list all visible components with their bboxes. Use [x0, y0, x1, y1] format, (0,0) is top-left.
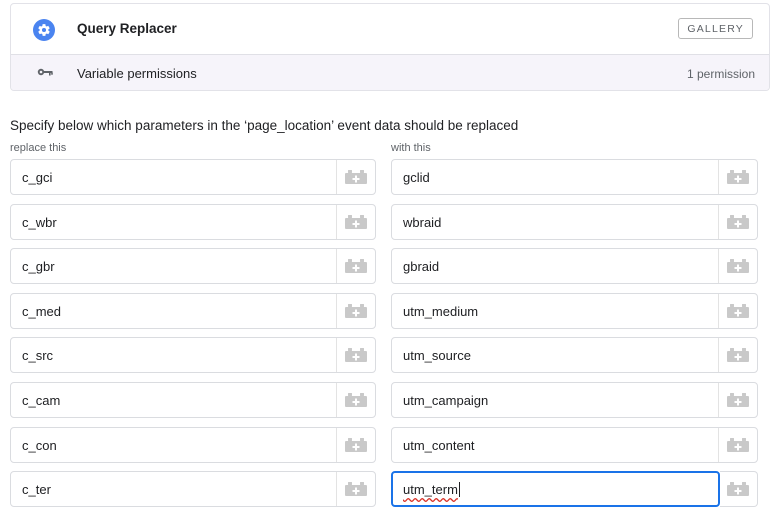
- replace-value: c_gbr: [22, 259, 55, 274]
- replace-value: c_ter: [22, 482, 51, 497]
- with-value: gclid: [403, 170, 430, 185]
- with-value: utm_campaign: [403, 393, 489, 408]
- replace-field[interactable]: c_con: [10, 427, 376, 463]
- add-variable-button[interactable]: [720, 471, 758, 507]
- key-icon: [37, 68, 53, 76]
- with-value: utm_term: [403, 482, 460, 497]
- add-variable-icon[interactable]: [727, 215, 749, 229]
- template-header-card: Query Replacer GALLERY Variable permissi…: [10, 3, 770, 91]
- replace-field[interactable]: c_gci: [10, 159, 376, 195]
- add-variable-icon[interactable]: [727, 304, 749, 318]
- replace-field[interactable]: c_ter: [10, 471, 376, 507]
- with-field[interactable]: utm_term: [391, 471, 720, 507]
- with-field[interactable]: gbraid: [391, 248, 758, 284]
- template-info-row: Query Replacer GALLERY: [11, 4, 769, 55]
- field-divider: [336, 428, 337, 462]
- add-variable-icon[interactable]: [727, 348, 749, 362]
- field-divider: [336, 160, 337, 194]
- with-field[interactable]: utm_medium: [391, 293, 758, 329]
- field-divider: [718, 160, 719, 194]
- replace-field[interactable]: c_cam: [10, 382, 376, 418]
- add-variable-icon[interactable]: [345, 304, 367, 318]
- with-field[interactable]: utm_campaign: [391, 382, 758, 418]
- add-variable-icon[interactable]: [345, 393, 367, 407]
- add-variable-icon[interactable]: [727, 170, 749, 184]
- add-variable-icon[interactable]: [345, 348, 367, 362]
- add-variable-icon[interactable]: [727, 482, 749, 496]
- permissions-row[interactable]: Variable permissions 1 permission: [11, 55, 769, 90]
- replace-value: c_con: [22, 438, 57, 453]
- gallery-button[interactable]: GALLERY: [678, 18, 753, 39]
- replace-field[interactable]: c_med: [10, 293, 376, 329]
- with-value: gbraid: [403, 259, 440, 274]
- field-divider: [336, 294, 337, 328]
- add-variable-icon[interactable]: [727, 393, 749, 407]
- replace-value: c_src: [22, 348, 54, 363]
- field-divider: [718, 294, 719, 328]
- text-caret: [458, 482, 460, 497]
- replace-value: c_wbr: [22, 215, 57, 230]
- replace-value: c_gci: [22, 170, 53, 185]
- add-variable-icon[interactable]: [727, 438, 749, 452]
- with-value: utm_medium: [403, 304, 479, 319]
- with-value: utm_source: [403, 348, 471, 363]
- replace-field[interactable]: c_src: [10, 337, 376, 373]
- replace-field[interactable]: c_gbr: [10, 248, 376, 284]
- add-variable-icon[interactable]: [345, 170, 367, 184]
- with-value: utm_content: [403, 438, 475, 453]
- field-divider: [336, 472, 337, 506]
- with-field[interactable]: utm_source: [391, 337, 758, 373]
- add-variable-icon[interactable]: [345, 482, 367, 496]
- permissions-label: Variable permissions: [77, 66, 197, 81]
- field-divider: [718, 383, 719, 417]
- field-divider: [718, 338, 719, 372]
- with-field[interactable]: utm_content: [391, 427, 758, 463]
- add-variable-icon[interactable]: [345, 215, 367, 229]
- replace-value: c_med: [22, 304, 62, 319]
- replace-field[interactable]: c_wbr: [10, 204, 376, 240]
- form-description: Specify below which parameters in the ‘p…: [10, 118, 519, 133]
- field-divider: [336, 205, 337, 239]
- add-variable-icon[interactable]: [345, 259, 367, 273]
- add-variable-icon[interactable]: [345, 438, 367, 452]
- field-divider: [718, 249, 719, 283]
- with-field[interactable]: wbraid: [391, 204, 758, 240]
- field-divider: [336, 383, 337, 417]
- replace-column-label: replace this: [10, 142, 67, 154]
- gear-icon: [33, 19, 55, 41]
- field-divider: [718, 428, 719, 462]
- permissions-count: 1 permission: [686, 67, 755, 81]
- add-variable-icon[interactable]: [727, 259, 749, 273]
- field-divider: [336, 338, 337, 372]
- field-divider: [718, 205, 719, 239]
- template-name: Query Replacer: [77, 21, 177, 36]
- field-divider: [336, 249, 337, 283]
- with-column-label: with this: [391, 142, 431, 154]
- with-field[interactable]: gclid: [391, 159, 758, 195]
- with-value: wbraid: [403, 215, 442, 230]
- replace-value: c_cam: [22, 393, 61, 408]
